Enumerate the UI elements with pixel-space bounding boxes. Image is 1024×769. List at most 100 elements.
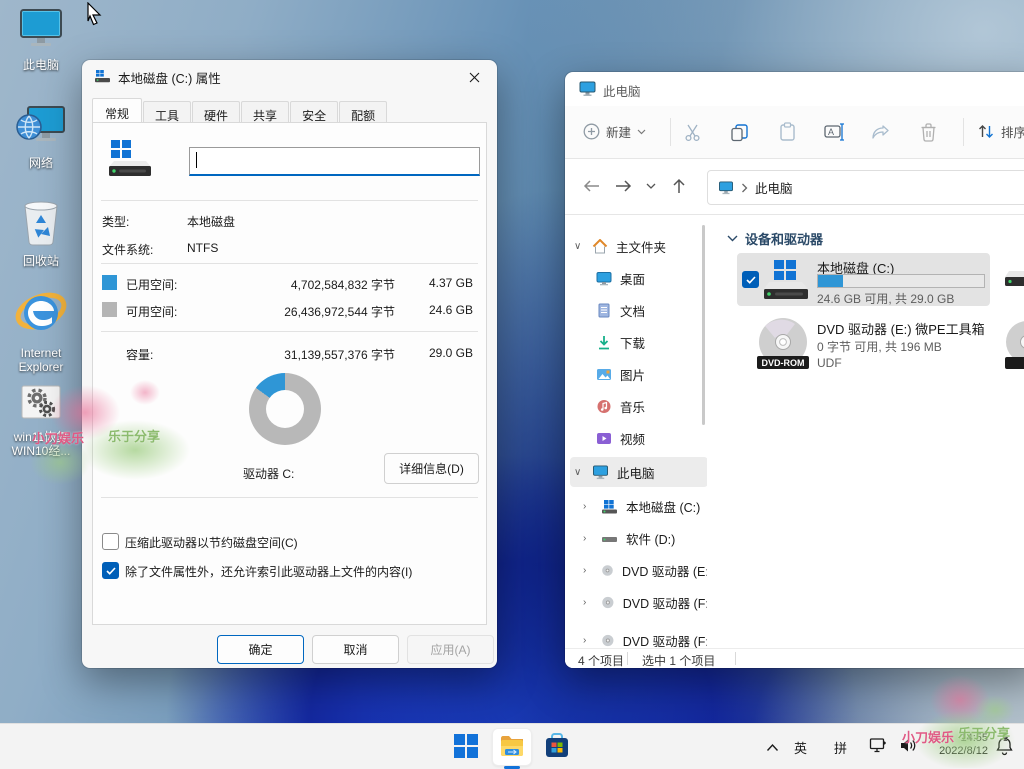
dvd-f-icon-partial[interactable]: [1005, 320, 1024, 372]
sidebar-item-dvd-partial[interactable]: › DVD 驱动器 (F:): [579, 625, 707, 648]
chevron-collapsed-icon[interactable]: ›: [583, 501, 593, 512]
volume-label-input[interactable]: [189, 147, 480, 176]
sidebar-item-drive-d[interactable]: › 软件 (D:): [579, 523, 707, 553]
desktop-icon-label: Internet Explorer: [2, 346, 80, 374]
drive-d-icon-partial[interactable]: [1003, 263, 1024, 303]
documents-icon: [596, 303, 612, 318]
explorer-navbar: 此电脑: [565, 159, 1024, 215]
back-icon[interactable]: [583, 179, 600, 193]
type-label: 类型:: [102, 213, 129, 230]
dvd-e-item[interactable]: DVD-ROM DVD 驱动器 (E:) 微PE工具箱 0 字节 可用, 共 1…: [737, 313, 990, 377]
drive-c-item[interactable]: 本地磁盘 (C:) 24.6 GB 可用, 共 29.0 GB: [737, 253, 990, 306]
details-button[interactable]: 详细信息(D): [384, 453, 479, 484]
microsoft-store-taskbar-button[interactable]: [543, 732, 571, 765]
cancel-button[interactable]: 取消: [312, 635, 399, 664]
notification-bell-icon[interactable]: [995, 736, 1014, 756]
chevron-expanded-icon[interactable]: ∨: [574, 241, 584, 252]
sidebar-item-downloads[interactable]: 下载: [592, 327, 707, 357]
apply-button[interactable]: 应用(A): [407, 635, 494, 664]
sidebar-item-pictures[interactable]: 图片: [592, 359, 707, 389]
compress-checkbox[interactable]: [102, 533, 119, 550]
gears-icon: [20, 384, 62, 422]
videos-icon: [596, 431, 612, 446]
this-pc-icon: [579, 81, 596, 97]
desktop-icon-recycle-bin[interactable]: 回收站: [2, 200, 80, 268]
chevron-collapsed-icon[interactable]: ›: [583, 635, 593, 646]
volume-tray-icon[interactable]: [899, 737, 917, 754]
up-icon[interactable]: [672, 178, 686, 194]
start-button[interactable]: [453, 733, 479, 764]
sidebar-item-music[interactable]: 音乐: [592, 391, 707, 421]
plus-circle-icon: [583, 123, 600, 140]
breadcrumb[interactable]: 此电脑: [755, 178, 793, 197]
status-divider: [735, 652, 736, 665]
cut-icon[interactable]: [683, 123, 702, 142]
sidebar-item-dvd-e[interactable]: › DVD 驱动器 (E:): [579, 555, 707, 585]
sort-button-label: 排序: [1001, 122, 1024, 141]
microsoft-store-icon: [543, 732, 571, 760]
share-icon[interactable]: [871, 123, 891, 141]
internet-explorer-icon: [15, 288, 67, 338]
used-space-label: 已用空间:: [126, 276, 177, 293]
new-button-label: 新建: [606, 122, 631, 141]
dialog-title: 本地磁盘 (C:) 属性: [118, 68, 221, 87]
separator: [101, 200, 478, 201]
file-explorer-taskbar-button[interactable]: [492, 728, 532, 766]
explorer-sidebar: ∨ 主文件夹 桌面 文档 下载 图片 音乐: [565, 215, 707, 648]
sidebar-item-videos[interactable]: 视频: [592, 423, 707, 453]
donut-hole: [266, 390, 304, 428]
ime-pinyin-indicator[interactable]: 拼: [834, 738, 847, 757]
desktop-icon-win11-restore[interactable]: win11恢复 WIN10经...: [2, 384, 80, 458]
network-tray-icon[interactable]: [869, 737, 888, 754]
sort-button[interactable]: 排序: [977, 122, 1024, 141]
index-checkbox[interactable]: [102, 562, 119, 579]
chevron-collapsed-icon[interactable]: ›: [583, 597, 593, 608]
history-chevron-icon[interactable]: [646, 183, 656, 190]
desktop-icon-internet-explorer[interactable]: Internet Explorer: [2, 288, 80, 374]
section-devices-and-drives[interactable]: 设备和驱动器: [727, 229, 823, 248]
address-bar[interactable]: 此电脑: [707, 170, 1024, 205]
close-button[interactable]: [457, 64, 491, 90]
chevron-expanded-icon[interactable]: ∨: [574, 467, 584, 478]
toolbar-divider: [670, 118, 671, 146]
index-checkbox-label: 除了文件属性外，还允许索引此驱动器上文件的内容(I): [125, 563, 412, 580]
separator: [101, 497, 478, 498]
ok-button[interactable]: 确定: [217, 635, 304, 664]
forward-icon[interactable]: [615, 179, 632, 193]
tray-chevron-up[interactable]: [766, 739, 779, 757]
explorer-titlebar[interactable]: 此电脑: [565, 72, 1024, 106]
chevron-collapsed-icon[interactable]: ›: [583, 565, 593, 576]
dialog-titlebar[interactable]: 本地磁盘 (C:) 属性: [82, 60, 497, 92]
sidebar-item-this-pc[interactable]: ∨ 此电脑: [570, 457, 707, 487]
tray-clock[interactable]: 14:55 2022/8/12: [920, 732, 988, 758]
toolbar-divider: [963, 118, 964, 146]
ime-language-indicator[interactable]: 英: [794, 738, 807, 757]
mouse-cursor: [86, 2, 104, 26]
chevron-collapsed-icon[interactable]: ›: [583, 533, 593, 544]
desktop-icon-label: 回收站: [2, 254, 80, 268]
status-selected-count: 选中 1 个项目: [642, 652, 715, 668]
copy-icon[interactable]: [730, 123, 749, 142]
windows-start-icon: [453, 733, 479, 759]
sidebar-item-drive-c[interactable]: › 本地磁盘 (C:): [579, 491, 707, 521]
drive-icon-large: [107, 139, 153, 179]
new-button[interactable]: 新建: [583, 122, 646, 141]
sidebar-item-label: DVD 驱动器 (F:): [623, 593, 707, 612]
drive-info: 0 字节 可用, 共 196 MB: [817, 338, 942, 355]
sidebar-item-home[interactable]: ∨ 主文件夹: [570, 231, 707, 261]
music-icon: [596, 399, 612, 414]
paste-icon[interactable]: [778, 122, 797, 142]
recycle-bin-icon: [19, 200, 63, 246]
breadcrumb-chevron-icon: [741, 183, 748, 193]
desktop-icon-this-pc[interactable]: 此电脑: [2, 8, 80, 72]
type-value: 本地磁盘: [187, 213, 235, 230]
desktop-icon-label: 此电脑: [2, 58, 80, 72]
sidebar-item-documents[interactable]: 文档: [592, 295, 707, 325]
sidebar-item-dvd-f[interactable]: › DVD 驱动器 (F:): [579, 587, 707, 617]
rename-icon[interactable]: A: [824, 123, 845, 141]
sidebar-scrollbar[interactable]: [702, 225, 705, 425]
desktop-icon-network[interactable]: 网络: [2, 104, 80, 170]
delete-icon[interactable]: [920, 122, 937, 142]
sidebar-item-desktop[interactable]: 桌面: [592, 263, 707, 293]
item-checkbox[interactable]: [742, 271, 759, 288]
